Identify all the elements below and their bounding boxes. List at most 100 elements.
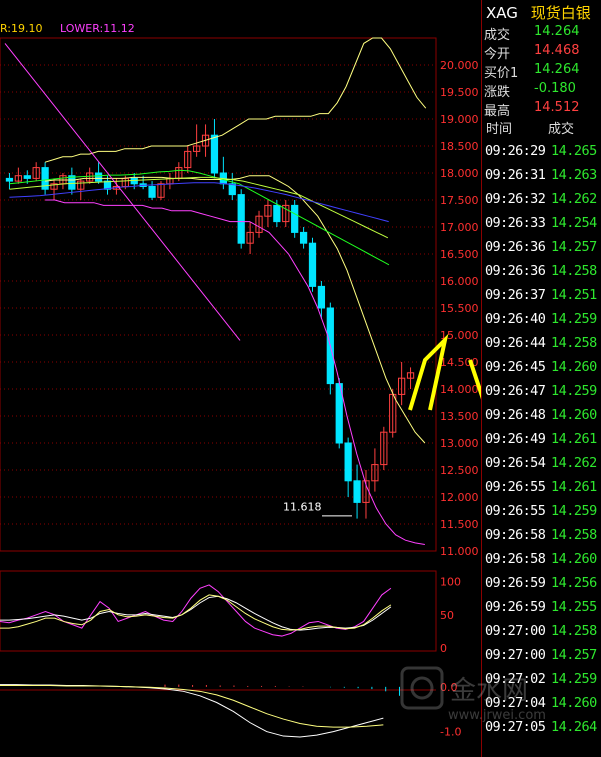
- tick-row: 09:26:31 14.263: [485, 167, 601, 191]
- tick-price: 14.261: [551, 431, 597, 447]
- tick-price: 14.260: [551, 407, 597, 423]
- watermark-url: www.jrwei.com: [448, 708, 546, 723]
- tick-time: 09:26:31: [485, 167, 546, 183]
- y-tick-label: 18.000: [440, 167, 479, 180]
- quote-value: -0.180: [534, 81, 576, 96]
- tick-row: 09:26:32 14.262: [485, 191, 601, 215]
- tick-row: 09:26:40 14.259: [485, 311, 601, 335]
- quote-row: 最高 14.512: [484, 100, 600, 119]
- tick-time: 09:26:36: [485, 263, 546, 279]
- quote-label: 今开: [484, 47, 511, 62]
- quote-label: 涨跌: [484, 85, 511, 100]
- candle-body: [308, 242, 317, 287]
- candle-body: [228, 183, 236, 196]
- quote-label: 买价1: [484, 66, 519, 81]
- trend-line: [4, 43, 241, 341]
- y-tick-label: 19.500: [440, 86, 479, 99]
- tick-time: 09:26:37: [485, 287, 546, 303]
- band-line: [9, 169, 390, 266]
- symbol-code: XAG: [486, 4, 518, 22]
- tick-price: 14.259: [551, 311, 597, 327]
- tick-price: 14.263: [551, 167, 597, 183]
- tick-price: 14.260: [551, 695, 597, 711]
- candle-body: [273, 204, 281, 223]
- tick-row: 09:26:48 14.260: [485, 407, 601, 431]
- tick-row: 09:26:55 14.261: [485, 479, 601, 503]
- watermark-text: 金水网: [450, 676, 529, 706]
- upper-label: R:19.10: [0, 22, 43, 35]
- tick-row: 09:26:47 14.259: [485, 383, 601, 407]
- tick-price: 14.258: [551, 335, 597, 351]
- tick-price: 14.257: [551, 647, 597, 663]
- kdj-tick-label: 0: [440, 642, 447, 655]
- candle-body: [317, 285, 326, 309]
- tick-time: 09:26:44: [485, 335, 546, 351]
- y-tick-label: 17.500: [440, 194, 479, 207]
- y-tick-label: 15.500: [440, 302, 479, 315]
- tick-row: 09:26:37 14.251: [485, 287, 601, 311]
- candle-body: [130, 177, 138, 185]
- tick-row: 09:26:44 14.258: [485, 335, 601, 359]
- tick-time: 09:26:29: [485, 143, 546, 159]
- quote-row: 成交 14.264: [484, 24, 600, 43]
- tick-price: 14.262: [551, 191, 597, 207]
- symbol-header: XAG 现货白银: [486, 2, 591, 23]
- kdj-tick-label: 50: [440, 609, 454, 622]
- kdj-line: [0, 584, 392, 637]
- tick-price: 14.258: [551, 527, 597, 543]
- kline-chart: 20.000 19.500 19.000 18.500 18.000 17.500 17.0…: [0, 37, 481, 739]
- y-tick-label: 12.000: [440, 491, 479, 504]
- ticks-header-price: 成交: [548, 122, 575, 137]
- tick-row: 09:26:36 14.258: [485, 263, 601, 287]
- tick-time: 09:26:49: [485, 431, 546, 447]
- tick-row: 09:26:45 14.260: [485, 359, 601, 383]
- band-line: [9, 176, 389, 239]
- tick-row: 09:26:29 14.265: [485, 143, 601, 167]
- arrow-mark: [408, 333, 449, 411]
- ticks-header-time: 时间: [486, 122, 513, 137]
- tick-time: 09:26:33: [485, 215, 546, 231]
- tick-price: 14.259: [551, 671, 597, 687]
- y-tick-label: 12.500: [440, 464, 479, 477]
- low-annotation: 11.618: [283, 501, 322, 514]
- tick-row: 09:26:54 14.262: [485, 455, 601, 479]
- tick-price: 14.258: [551, 263, 597, 279]
- quote-label: 成交: [484, 28, 511, 43]
- watermark: 金水网 www.jrwei.com: [400, 660, 546, 740]
- tick-row: 09:26:36 14.257: [485, 239, 601, 263]
- tick-price: 14.257: [551, 239, 597, 255]
- quote-value: 14.264: [534, 62, 580, 77]
- tick-price: 14.259: [551, 503, 597, 519]
- y-tick-label: 13.000: [440, 437, 479, 450]
- tick-row: 09:27:00 14.258: [485, 623, 601, 647]
- y-tick-label: 20.000: [440, 59, 479, 72]
- tick-time: 09:26:58: [485, 527, 546, 543]
- tick-row: 09:26:59 14.256: [485, 575, 601, 599]
- macd-line: [0, 685, 384, 728]
- kdj-line: [0, 594, 392, 631]
- candle-body: [299, 231, 308, 244]
- tick-time: 09:26:58: [485, 551, 546, 567]
- macd-line: [0, 684, 384, 738]
- tick-time: 09:26:55: [485, 479, 546, 495]
- tick-price: 14.256: [551, 575, 597, 591]
- quote-row: 买价1 14.264: [484, 62, 600, 81]
- candle-body: [353, 480, 361, 503]
- tick-time: 09:27:00: [485, 623, 546, 639]
- tick-time: 09:26:32: [485, 191, 546, 207]
- tick-row: 09:26:58 14.260: [485, 551, 601, 575]
- y-tick-label: 16.000: [440, 275, 479, 288]
- tick-price: 14.259: [551, 383, 597, 399]
- y-tick-label: 11.000: [440, 545, 479, 558]
- tick-row: 09:26:58 14.258: [485, 527, 601, 551]
- lower-label: LOWER:11.12: [60, 22, 135, 35]
- y-tick-label: 14.000: [440, 383, 479, 396]
- tick-time: 09:26:47: [485, 383, 546, 399]
- candle-body: [291, 204, 299, 233]
- candle-body: [210, 134, 219, 174]
- quote-value: 14.264: [534, 24, 580, 39]
- tick-price: 14.260: [551, 551, 597, 567]
- tick-time: 09:26:55: [485, 503, 546, 519]
- kdj-line: [0, 595, 392, 631]
- candle-body: [148, 186, 156, 198]
